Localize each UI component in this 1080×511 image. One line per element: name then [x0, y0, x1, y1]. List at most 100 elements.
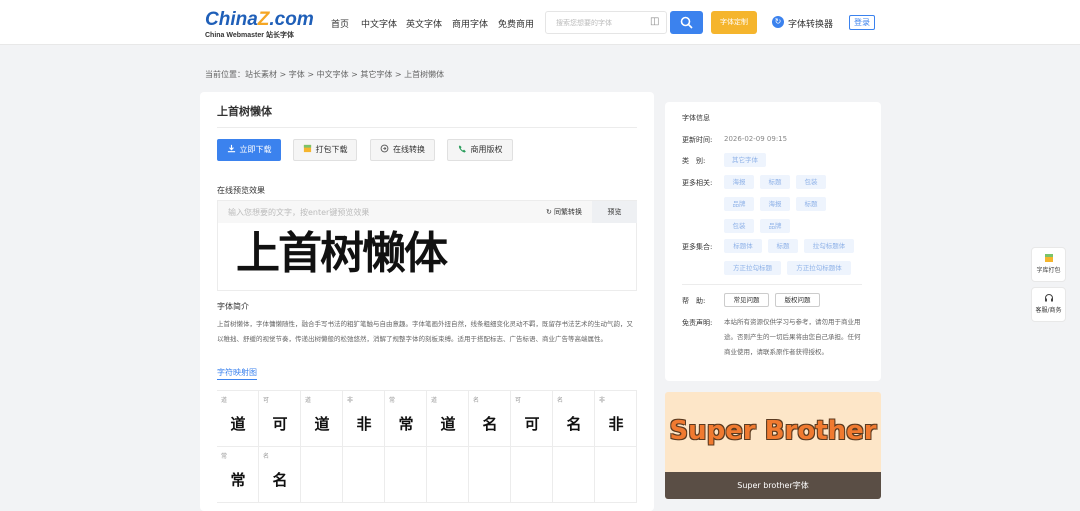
char-cell-glyph: 道 [230, 415, 246, 433]
pack-download-button[interactable]: 打包下载 [293, 139, 357, 161]
copyright-faq-button[interactable]: 版权问题 [775, 293, 820, 307]
char-cell-glyph: 名 [272, 471, 288, 489]
nav-commercial-fonts[interactable]: 商用字体 [452, 17, 488, 30]
nav-home[interactable]: 首页 [331, 17, 349, 30]
char-cell: 可可 [511, 391, 553, 447]
char-cell-empty [427, 447, 469, 503]
simplified-traditional-toggle[interactable]: ↻ 同繁转换 [536, 201, 592, 223]
nav-free-commercial[interactable]: 免费商用 [498, 17, 534, 30]
search-icon [680, 16, 693, 29]
font-pack-float-label: 字库打包 [1036, 267, 1061, 274]
headset-icon [1044, 294, 1053, 302]
char-cell: 道道 [427, 391, 469, 447]
char-cell-label: 可 [263, 397, 270, 404]
char-cell-glyph: 可 [524, 415, 540, 433]
char-cell-label: 道 [221, 397, 228, 404]
char-cell-label: 道 [305, 397, 312, 404]
category-tag[interactable]: 其它字体 [724, 153, 766, 167]
download-label: 立即下载 [239, 145, 272, 154]
intro-label: 字体简介 [217, 302, 249, 311]
search-button[interactable] [670, 11, 703, 34]
nav-chinese-fonts[interactable]: 中文字体 [361, 17, 397, 30]
char-cell-label: 名 [263, 453, 270, 460]
top-header [0, 0, 1080, 45]
preview-render-text: 上首树懒体 [236, 228, 448, 279]
faq-button[interactable]: 常见问题 [724, 293, 769, 307]
collection-tag[interactable]: 标题 [768, 239, 798, 253]
collection-tag[interactable]: 方正拉勾标题 [724, 261, 781, 275]
char-cell-label: 常 [221, 453, 228, 460]
char-cell-label: 可 [515, 397, 522, 404]
char-cell-empty [511, 447, 553, 503]
package-icon [303, 144, 311, 153]
related-tag[interactable]: 品牌 [724, 197, 754, 211]
related-tag[interactable]: 标题 [760, 175, 790, 189]
char-cell-glyph: 常 [398, 415, 414, 433]
char-cell: 名名 [553, 391, 595, 447]
char-cell: 常常 [217, 447, 259, 503]
related-tag[interactable]: 海报 [760, 197, 790, 211]
collections-label: 更多集合: [682, 243, 713, 251]
help-label: 帮 助: [682, 297, 706, 305]
phone-icon [458, 145, 466, 153]
collection-tag[interactable]: 方正拉勾标题体 [787, 261, 851, 275]
char-cell-glyph: 名 [482, 415, 498, 433]
updated-value: 2026-02-09 09:15 [724, 135, 788, 143]
convert-icon [380, 144, 389, 153]
refresh-icon: ↻ [545, 208, 555, 216]
page-title: 上首树懒体 [217, 105, 272, 118]
ad-caption: Super brother字体 [665, 472, 881, 499]
commercial-license-button[interactable]: 商用版权 [447, 139, 513, 161]
search-input[interactable]: 搜索您想要的字体 [545, 11, 667, 34]
online-convert-button[interactable]: 在线转换 [370, 139, 435, 161]
char-cell-glyph: 常 [230, 471, 246, 489]
font-ad-banner[interactable]: Super Brother Super brother字体 [665, 392, 881, 499]
font-pack-float-button[interactable]: 字库打包 [1031, 247, 1066, 282]
char-cell-label: 常 [389, 397, 396, 404]
customer-service-float-button[interactable]: 客服/商务 [1031, 287, 1066, 322]
commercial-license-label: 商用版权 [470, 145, 503, 154]
site-logo[interactable]: ChinaZ.com China Webmaster 站长字体 [205, 10, 314, 39]
download-button[interactable]: 立即下载 [217, 139, 281, 161]
char-cell-label: 道 [431, 397, 438, 404]
char-map-link[interactable]: 字符映射图 [217, 367, 257, 380]
font-custom-button[interactable]: 字体定制 [711, 11, 757, 34]
related-tag[interactable]: 标题 [796, 197, 826, 211]
breadcrumb: 当前位置：站长素材 > 字体 > 中文字体 > 其它字体 > 上首树懒体 [205, 70, 445, 79]
package-icon [1044, 254, 1053, 262]
char-cell-glyph: 道 [440, 415, 456, 433]
char-cell-glyph: 道 [314, 415, 330, 433]
disclaimer-label: 免责声明: [682, 319, 713, 327]
char-cell-empty [595, 447, 637, 503]
logo-sub-text: China Webmaster 站长字体 [205, 32, 294, 39]
char-cell-label: 名 [557, 397, 564, 404]
char-cell: 名名 [259, 447, 301, 503]
camera-icon[interactable]: ◫ [650, 16, 659, 27]
char-cell-empty [385, 447, 427, 503]
related-tag[interactable]: 包装 [796, 175, 826, 189]
nav-english-fonts[interactable]: 英文字体 [406, 17, 442, 30]
related-tag[interactable]: 品牌 [760, 219, 790, 233]
font-converter-link[interactable]: 字体转换器 [788, 17, 833, 30]
simplified-traditional-label: 同繁转换 [554, 208, 583, 216]
char-cell-glyph: 名 [566, 415, 582, 433]
preview-button[interactable]: 预览 [592, 201, 637, 223]
char-cell: 道道 [301, 391, 343, 447]
char-cell: 非非 [595, 391, 637, 447]
login-button[interactable]: 登录 [849, 15, 875, 30]
updated-label: 更新时间: [682, 136, 713, 144]
collection-tag[interactable]: 标题体 [724, 239, 762, 253]
char-map-grid: 道道 可可 道道 非非 常常 道道 名名 可可 名名 非非 常常 名名 [217, 390, 637, 511]
preview-label: 在线预览效果 [217, 186, 265, 195]
collection-tag[interactable]: 拉勾标题体 [804, 239, 854, 253]
disclaimer-text: 本站所有资源仅供学习与参考，请勿用于商业用途。否则产生的一切后果将由您自己承担。… [724, 318, 861, 356]
char-cell-label: 非 [347, 397, 354, 404]
converter-icon[interactable]: ↻ [772, 16, 784, 28]
preview-input[interactable]: 输入您想要的文字，按enter键预览效果 [218, 201, 536, 223]
category-label: 类 别: [682, 157, 706, 165]
char-cell: 常常 [385, 391, 427, 447]
customer-service-float-label: 客服/商务 [1035, 307, 1062, 314]
char-cell-glyph: 非 [356, 415, 372, 433]
related-tag[interactable]: 海报 [724, 175, 754, 189]
related-tag[interactable]: 包装 [724, 219, 754, 233]
